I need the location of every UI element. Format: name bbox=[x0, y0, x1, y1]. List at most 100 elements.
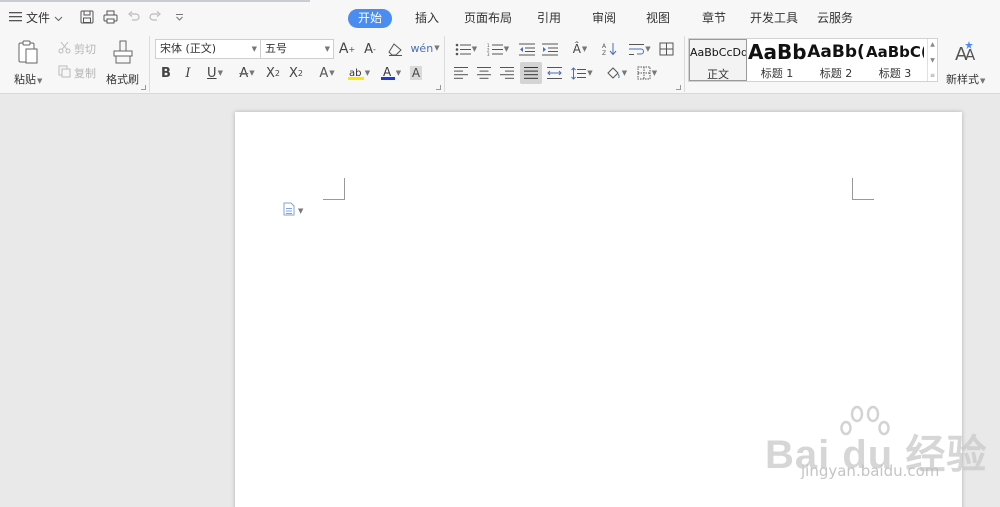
paste-label: 粘贴 bbox=[14, 73, 36, 86]
align-center-icon[interactable] bbox=[475, 64, 493, 82]
dropdown-arrow-icon: ▼ bbox=[324, 45, 330, 53]
bullet-list-icon[interactable]: ▼ bbox=[452, 40, 480, 58]
gallery-scrollbar[interactable]: ▲ ▼ ≡ bbox=[927, 39, 937, 81]
shrink-font-icon[interactable]: A- bbox=[361, 40, 379, 58]
font-color-icon[interactable]: A ▼ bbox=[377, 64, 405, 82]
cut-label: 剪切 bbox=[74, 43, 96, 56]
tab-6[interactable]: 章节 bbox=[692, 9, 736, 28]
undo-icon[interactable] bbox=[125, 9, 141, 25]
window-accent-line bbox=[0, 0, 310, 2]
align-right-icon[interactable] bbox=[498, 64, 516, 82]
format-painter-button[interactable]: 格式刷 bbox=[106, 39, 139, 87]
styles-gallery: AaBbCcDd 正文 AaBb 标题 1 AaBb( 标题 2 AaBbC(标题 3 ▲ … bbox=[688, 38, 938, 82]
font-launcher[interactable] bbox=[436, 85, 441, 90]
tab-3[interactable]: 引用 bbox=[527, 9, 571, 28]
dropdown-arrow-icon: ▼ bbox=[251, 45, 257, 53]
superscript-icon[interactable]: X2 bbox=[264, 64, 282, 82]
new-style-label: 新样式 bbox=[946, 73, 979, 86]
tab-4[interactable]: 审阅 bbox=[582, 9, 626, 28]
style-item-3[interactable]: AaBbC(标题 3 bbox=[866, 39, 924, 81]
style-name: 标题 3 bbox=[878, 67, 912, 80]
justify-icon[interactable] bbox=[520, 62, 542, 84]
clipboard-icon bbox=[15, 39, 41, 68]
subscript-icon[interactable]: X2 bbox=[287, 64, 305, 82]
phonetic-guide-icon[interactable]: wén ▼ bbox=[410, 39, 439, 57]
style-sample: AaBbCcDd bbox=[690, 46, 746, 59]
expand-gallery-icon[interactable]: ≡ bbox=[930, 72, 935, 79]
highlight-icon[interactable]: ab ▼ bbox=[345, 64, 373, 82]
clipboard-launcher[interactable] bbox=[141, 85, 146, 90]
cut-button[interactable]: 剪切 bbox=[58, 41, 96, 57]
hamburger-icon bbox=[9, 11, 22, 25]
group-divider bbox=[684, 36, 685, 92]
tab-0[interactable]: 开始 bbox=[348, 9, 393, 28]
show-marks-icon[interactable] bbox=[657, 40, 675, 58]
customize-toolbar-icon[interactable] bbox=[171, 9, 187, 25]
grow-font-icon[interactable]: A + bbox=[338, 40, 356, 58]
tab-2[interactable]: 页面布局 bbox=[454, 9, 522, 28]
chevron-down-icon[interactable]: ▼ bbox=[930, 57, 935, 64]
svg-text:Z: Z bbox=[602, 50, 606, 56]
chevron-up-icon[interactable]: ▲ bbox=[930, 41, 935, 48]
shading-icon[interactable]: ▼ bbox=[602, 64, 630, 82]
paste-button[interactable]: 粘贴▼ bbox=[14, 39, 42, 87]
baidu-watermark: Bai du 经验 jingyan.baidu.com bbox=[765, 400, 1000, 507]
chevron-down-icon: ▼ bbox=[298, 206, 304, 215]
format-painter-label: 格式刷 bbox=[106, 73, 139, 86]
character-shading-icon[interactable]: A bbox=[407, 64, 425, 82]
italic-icon[interactable]: I bbox=[179, 64, 197, 82]
watermark-url: jingyan.baidu.com bbox=[801, 462, 940, 480]
new-style-icon: AA bbox=[953, 39, 979, 68]
borders-icon[interactable]: ▼ bbox=[633, 64, 661, 82]
style-item-0[interactable]: AaBbCcDd 正文 bbox=[689, 39, 747, 81]
tab-1[interactable]: 插入 bbox=[405, 9, 449, 28]
increase-indent-icon[interactable] bbox=[541, 40, 559, 58]
style-sample: AaBb( bbox=[807, 42, 865, 62]
margin-corner-mark bbox=[323, 178, 345, 200]
new-style-button[interactable]: AA 新样式▼ bbox=[946, 39, 985, 87]
style-sample: AaBb bbox=[748, 40, 806, 64]
group-divider bbox=[444, 36, 445, 92]
numbered-list-icon[interactable]: 1 2 3 ▼ bbox=[484, 40, 512, 58]
print-icon[interactable] bbox=[102, 9, 118, 25]
align-left-icon[interactable] bbox=[452, 64, 470, 82]
style-name: 正文 bbox=[707, 68, 729, 81]
paragraph-layout-button[interactable]: ▼ bbox=[283, 202, 303, 219]
svg-text:A: A bbox=[602, 43, 607, 50]
text-effect-icon[interactable]: A ▼ bbox=[313, 64, 341, 82]
style-name: 标题 1 bbox=[760, 67, 794, 80]
redo-icon[interactable] bbox=[147, 9, 163, 25]
distributed-align-icon[interactable] bbox=[545, 64, 563, 82]
copy-icon bbox=[58, 65, 71, 81]
svg-text:3: 3 bbox=[487, 52, 490, 56]
margin-corner-mark bbox=[852, 178, 874, 200]
font-size-value: 五号 bbox=[265, 42, 287, 55]
save-icon[interactable] bbox=[79, 9, 95, 25]
bold-icon[interactable]: B bbox=[157, 64, 175, 82]
strikethrough-icon[interactable]: A ▼ bbox=[233, 64, 261, 82]
sort-icon[interactable]: AZ bbox=[600, 40, 618, 58]
group-divider bbox=[149, 36, 150, 92]
copy-button[interactable]: 复制 bbox=[58, 65, 96, 81]
paragraph-launcher[interactable] bbox=[676, 85, 681, 90]
text-direction-icon[interactable]: Â ▼ bbox=[566, 40, 594, 58]
style-item-2[interactable]: AaBb( 标题 2 bbox=[807, 39, 865, 81]
brush-icon bbox=[110, 39, 136, 68]
copy-label: 复制 bbox=[74, 67, 96, 80]
tab-5[interactable]: 视图 bbox=[636, 9, 680, 28]
file-menu-button[interactable]: 文件 bbox=[9, 9, 63, 26]
tab-7[interactable]: 开发工具 bbox=[740, 9, 808, 28]
underline-icon[interactable]: U ▼ bbox=[201, 64, 229, 82]
tab-8[interactable]: 云服务 bbox=[807, 9, 863, 28]
style-item-1[interactable]: AaBb 标题 1 bbox=[748, 39, 806, 81]
line-spacing-icon[interactable]: ▼ bbox=[568, 64, 596, 82]
title-menu-bar: 文件 开始 插入 页面布局 引用 审阅 视图 章节 开发工具 云服务 bbox=[0, 0, 1000, 36]
font-size-select[interactable]: 五号 ▼ bbox=[260, 39, 334, 59]
style-name: 标题 2 bbox=[819, 67, 853, 80]
ribbon-toolbar: 粘贴▼ 剪切 复制 格式刷 宋体 (正文) ▼ 五号 ▼ A + A- wén ▼ … bbox=[0, 36, 1000, 94]
font-family-select[interactable]: 宋体 (正文) ▼ bbox=[155, 39, 261, 59]
decrease-indent-icon[interactable] bbox=[518, 40, 536, 58]
font-family-value: 宋体 (正文) bbox=[160, 42, 217, 55]
line-spacing-wrap-icon[interactable]: ▼ bbox=[626, 40, 654, 58]
clear-format-icon[interactable] bbox=[386, 40, 404, 58]
